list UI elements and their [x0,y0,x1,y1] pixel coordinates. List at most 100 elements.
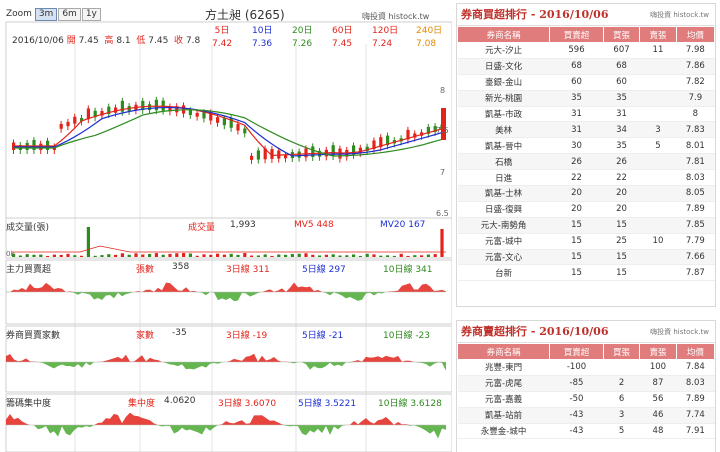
volume-bar [216,253,220,257]
sell-cell: 3 [639,121,677,139]
broker-name-cell[interactable]: 日盛-文化 [457,58,550,75]
volume-bar [358,255,362,257]
buy-ranking-header: 券商買超排行 - 2016/10/06 嗨投資 histock.tw [457,4,715,26]
avg-price-cell: 7.66 [676,249,715,266]
candle-body [195,112,199,117]
buy-cell: 26 [603,153,640,171]
broker-name-cell[interactable]: 日進 [457,169,550,187]
broker-name-cell[interactable]: 元富-虎尾 [457,375,550,392]
broker-count-title: 券商買賣家數 [6,331,61,341]
buy-cell: 2 [603,375,640,392]
volume-bar [188,253,192,257]
table-row[interactable]: 元富-文心 15 15 7.66 [457,249,715,266]
table-row[interactable]: 元富-嘉義 -50 6 56 7.89 [457,391,715,408]
concentration-positive-area [6,412,446,425]
volume-bar [331,254,335,257]
table-row[interactable]: 凱基-站前 -43 3 46 7.74 [457,407,715,424]
table-row[interactable]: 元富-虎尾 -85 2 87 8.03 [457,375,715,392]
net-cell: 20 [549,201,604,218]
main-force-positive-area [6,282,446,292]
broker-count-negative-area [6,362,446,371]
broker-count-3d: 3日線 -19 [226,331,268,341]
broker-name-cell[interactable]: 凱基-晉中 [457,137,550,155]
buy-ranking-table: 券商名稱 買賣超 買張 賣張 均價 元大-汐止 596 607 11 7.98 日盛-文化… [456,26,716,282]
volume-bar [338,255,342,257]
table-row[interactable]: 新光-桃園 35 35 7.9 [457,90,715,107]
main-force-3d: 3日線 311 [226,265,270,275]
buy-cell: 20 [603,185,640,202]
volume-bar [141,254,145,257]
col-buy: 買張 [602,26,641,43]
net-cell: 31 [549,106,604,123]
broker-name-cell[interactable]: 石橋 [457,153,550,171]
volume-bar [270,255,274,257]
table-row[interactable]: 兆豐-東門 -100 100 7.84 [457,359,715,376]
broker-name-cell[interactable]: 美林 [457,121,550,139]
table-row[interactable]: 台新 15 15 7.87 [457,264,715,282]
broker-name-cell[interactable]: 臺銀-金山 [457,74,550,91]
table-row[interactable]: 凱基-市政 31 31 8 [457,106,715,123]
candle-body [304,148,308,158]
avg-price-cell: 7.83 [676,121,715,139]
volume-bar [93,255,97,257]
volume-bar [433,254,437,257]
broker-name-cell[interactable]: 日盛-復興 [457,201,550,218]
buy-cell: 68 [603,58,640,75]
buy-cell: 22 [603,169,640,187]
net-cell: 35 [549,90,604,107]
table-row[interactable]: 元大-南勢角 15 15 7.85 [457,217,715,234]
table-row[interactable]: 日進 22 22 8.03 [457,169,715,187]
volume-bar [52,254,56,257]
table-row[interactable]: 凱基-士林 20 20 8.05 [457,185,715,202]
table-row[interactable]: 日盛-復興 20 20 7.89 [457,201,715,218]
broker-name-cell[interactable]: 元富-文心 [457,249,550,266]
table-row[interactable]: 元富-城中 15 25 10 7.79 [457,233,715,250]
table-row[interactable]: 石橋 26 26 7.81 [457,153,715,171]
table-row[interactable]: 日盛-文化 68 68 7.86 [457,58,715,75]
volume-bar [440,229,444,257]
avg-price-cell: 8 [676,106,715,123]
candle-body [202,112,206,119]
broker-name-cell[interactable]: 凱基-站前 [457,407,550,424]
table-row[interactable]: 美林 31 34 3 7.83 [457,121,715,139]
candle-body [66,121,70,127]
avg-price-cell: 7.81 [676,153,715,171]
concentration-title: 籌碼集中度 [6,399,52,409]
broker-name-cell[interactable]: 台新 [457,264,550,282]
avg-price-cell: 8.05 [676,185,715,202]
sell-ranking-header: 券商賣超排行 - 2016/10/06 嗨投資 histock.tw [457,321,715,343]
volume-bar [277,254,281,257]
buy-cell: 15 [603,264,640,282]
volume-bar [202,254,206,257]
volume-bar [120,253,124,257]
table-row[interactable]: 永豐金-城中 -43 5 48 7.91 [457,423,715,440]
net-cell: 15 [549,264,604,282]
sell-cell [639,249,677,266]
net-cell: 68 [549,58,604,75]
volume-bar [127,254,131,257]
broker-name-cell[interactable]: 元大-南勢角 [457,217,550,234]
broker-name-cell[interactable]: 凱基-士林 [457,185,550,202]
broker-name-cell[interactable]: 兆豐-東門 [457,359,550,376]
broker-name-cell[interactable]: 元富-嘉義 [457,391,550,408]
volume-bar [134,253,138,257]
volume-bar [107,254,111,257]
candle-body [46,140,50,150]
broker-name-cell[interactable]: 永豐金-城中 [457,423,550,440]
net-cell: 20 [549,185,604,202]
broker-name-cell[interactable]: 元大-汐止 [457,42,550,59]
broker-name-cell[interactable]: 新光-桃園 [457,90,550,107]
volume-bar [195,255,199,257]
broker-name-cell[interactable]: 凱基-市政 [457,106,550,123]
volume-value: 1,993 [230,220,256,230]
table-row[interactable]: 臺銀-金山 60 60 7.82 [457,74,715,91]
table-row[interactable]: 凱基-晉中 30 35 5 8.01 [457,137,715,155]
volume-bar [154,253,158,257]
table-row[interactable]: 元大-汐止 596 607 11 7.98 [457,42,715,59]
volume-bar [386,255,390,257]
main-force-negative-area [6,292,446,302]
volume-bar [243,253,247,257]
volume-bar [392,255,396,257]
broker-name-cell[interactable]: 元富-城中 [457,233,550,250]
volume-bar [406,255,410,257]
